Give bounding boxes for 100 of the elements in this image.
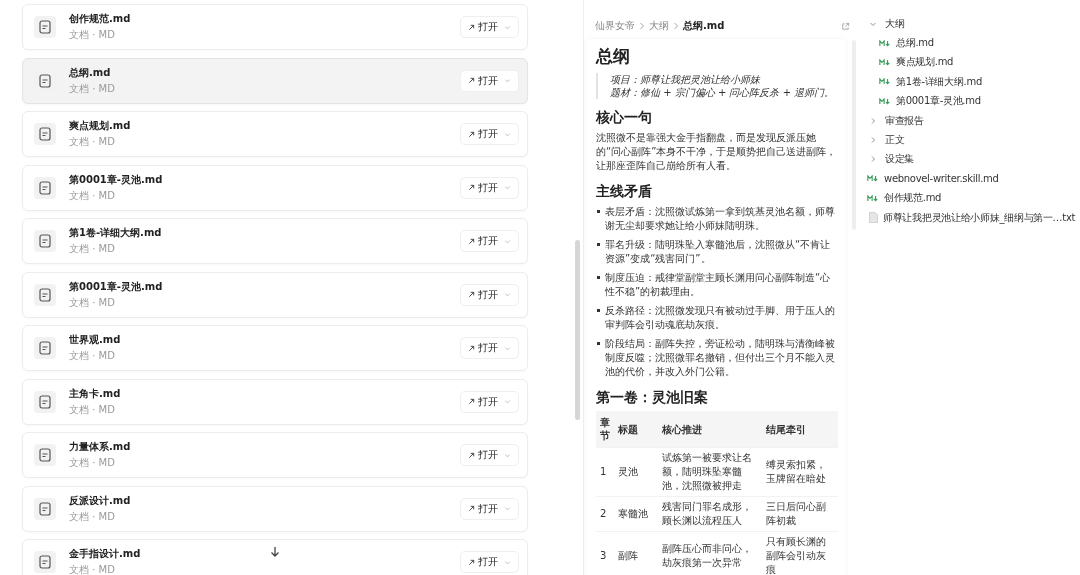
breadcrumb-item[interactable]: 大纲 — [649, 19, 669, 33]
chevron-icon — [504, 23, 511, 31]
file-card[interactable]: 总纲.md 文档 · MD 打开 — [22, 57, 528, 104]
open-button[interactable]: 打开 — [460, 123, 519, 145]
bullet-icon — [597, 309, 600, 312]
table-cell: 试炼第一被要求让名额，陆明珠坠寒髓池，沈照微被押走 — [658, 447, 762, 497]
file-name: 主角卡.md — [69, 386, 121, 401]
open-button[interactable]: 打开 — [460, 337, 519, 359]
markdown-icon — [867, 194, 879, 202]
file-type: 文档 · MD — [69, 188, 116, 203]
open-button[interactable]: 打开 — [460, 390, 519, 413]
file-card[interactable]: 创作规范.md 文档 · MD 打开 — [22, 4, 528, 50]
table-cell: 1 — [596, 447, 614, 497]
external-link-icon[interactable] — [841, 21, 850, 31]
file-type: 文档 · MD — [69, 242, 116, 256]
tree-item[interactable]: 大纲 — [867, 14, 1080, 34]
tree-item[interactable]: 第1卷-详细大纲.md — [867, 72, 1080, 92]
open-button[interactable]: 打开 — [460, 497, 519, 520]
table-cell: 三日后问心副阵初裁 — [762, 496, 838, 532]
file-card[interactable]: 第0001章-灵池.md 文档 · MD 打开 — [22, 271, 528, 318]
file-card[interactable]: 第0001章-灵池.md 文档 · MD 打开 — [22, 164, 528, 211]
file-name: 第1卷-详细大纲.md — [69, 226, 162, 240]
tree-item[interactable]: 正文 — [867, 130, 1080, 150]
list-item: 表层矛盾：沈照微试炼第一拿到筑基灵池名额，师尊谢无尘却要求她让给小师妹陆明珠。 — [605, 205, 836, 233]
column-header: 标题 — [614, 411, 658, 448]
scrollbar[interactable] — [575, 240, 580, 420]
open-button[interactable]: 打开 — [460, 176, 519, 199]
arrow-icon — [468, 398, 475, 405]
document-icon — [34, 551, 56, 573]
document-icon — [34, 283, 56, 306]
markdown-icon — [879, 97, 891, 105]
open-button[interactable]: 打开 — [460, 230, 519, 252]
file-name: 世界观.md — [69, 333, 121, 347]
file-type: 文档 · MD — [69, 349, 116, 363]
bullet-icon — [597, 243, 600, 246]
arrow-icon — [468, 23, 475, 31]
markdown-icon — [879, 78, 891, 86]
tree-item[interactable]: 爽点规划.md — [867, 52, 1080, 73]
chevron-icon — [504, 558, 511, 566]
table-cell: 缚灵索扣紧，玉牌留在暗处 — [762, 447, 838, 497]
scroll-down-icon[interactable] — [270, 546, 280, 558]
document-icon — [34, 444, 56, 466]
chevron-icon — [504, 451, 511, 459]
tree-item[interactable]: 设定集 — [867, 149, 1080, 170]
file-name: 金手指设计.md — [69, 547, 141, 561]
file-type: 文档 · MD — [69, 135, 116, 149]
file-name: 总纲.md — [69, 65, 112, 80]
open-button[interactable]: 打开 — [460, 444, 519, 466]
arrow-icon — [468, 77, 475, 84]
list-item: 制度压迫：戒律堂副堂主顾长渊用问心副阵制造“心性不稳”的初裁理由。 — [605, 271, 832, 299]
column-header: 章节 — [596, 411, 614, 448]
tree-item[interactable]: 审查报告 — [867, 110, 1080, 131]
table-cell: 灵池 — [614, 447, 658, 497]
breadcrumb-item[interactable]: 仙界女帝 — [595, 19, 635, 33]
section-heading: 主线矛盾 — [596, 182, 653, 200]
tree-item[interactable]: 第0001章-灵池.md — [867, 91, 1080, 111]
open-button[interactable]: 打开 — [460, 16, 519, 38]
file-card[interactable]: 第1卷-详细大纲.md 文档 · MD 打开 — [22, 218, 528, 264]
tree-item[interactable]: webnovel-writer.skill.md — [867, 169, 1080, 189]
file-name: 创作规范.md — [69, 12, 131, 26]
section-heading: 核心一句 — [596, 108, 653, 126]
file-card[interactable]: 反派设计.md 文档 · MD 打开 — [22, 485, 528, 532]
file-name: 第0001章-灵池.md — [69, 279, 163, 294]
table-cell: 副阵压心而非问心，劫灰痕第一次异常 — [658, 531, 762, 575]
markdown-icon — [879, 39, 891, 47]
file-type: 文档 · MD — [69, 509, 116, 524]
chevron-icon — [504, 237, 511, 245]
file-name: 爽点规划.md — [69, 119, 131, 133]
document-icon — [34, 337, 56, 359]
tree-item[interactable]: 师尊让我把灵池让给小师妹_细纲与第一…txt — [867, 207, 1080, 228]
arrow-icon — [468, 237, 475, 245]
open-button[interactable]: 打开 — [460, 69, 519, 92]
file-card[interactable]: 主角卡.md 文档 · MD 打开 — [22, 378, 528, 425]
file-name: 反派设计.md — [69, 493, 131, 508]
chevron-icon — [504, 291, 511, 298]
file-type: 文档 · MD — [69, 563, 116, 575]
open-button[interactable]: 打开 — [460, 551, 519, 573]
table-cell: 3 — [596, 531, 614, 575]
paragraph: 沈照微不是靠强大金手指翻盘，而是发现反派压她的“问心副阵”本身不干净，于是顺势把自己送进副阵，让那座歪阵自己崩给所有人看。 — [596, 131, 838, 173]
tree-item[interactable]: 总纲.md — [867, 33, 1080, 53]
document-icon — [34, 230, 56, 252]
bullet-icon — [597, 210, 600, 213]
file-card[interactable]: 力量体系.md 文档 · MD 打开 — [22, 432, 528, 478]
section-heading: 第一卷：灵池旧案 — [596, 388, 709, 406]
table-cell: 残害同门罪名成形，顾长渊以流程压人 — [658, 496, 762, 532]
file-card[interactable]: 爽点规划.md 文档 · MD 打开 — [22, 111, 528, 157]
quote-line: 题材：修仙 + 宗门偏心 + 问心阵反杀 + 退师门。 — [610, 86, 836, 99]
file-type: 文档 · MD — [69, 28, 116, 42]
tree-item[interactable]: 创作规范.md — [867, 188, 1080, 208]
text-file-icon — [869, 212, 878, 224]
arrow-icon — [468, 130, 475, 138]
file-type: 文档 · MD — [69, 456, 116, 470]
file-type: 文档 · MD — [69, 402, 116, 417]
document-icon — [34, 123, 56, 145]
document-title: 总纲 — [596, 45, 631, 67]
file-card[interactable]: 世界观.md 文档 · MD 打开 — [22, 325, 528, 371]
breadcrumb-item[interactable]: 总纲.md — [683, 19, 725, 33]
file-card[interactable]: 金手指设计.md 文档 · MD 打开 — [22, 539, 528, 575]
open-button[interactable]: 打开 — [460, 283, 519, 306]
chevron-icon — [504, 505, 511, 512]
